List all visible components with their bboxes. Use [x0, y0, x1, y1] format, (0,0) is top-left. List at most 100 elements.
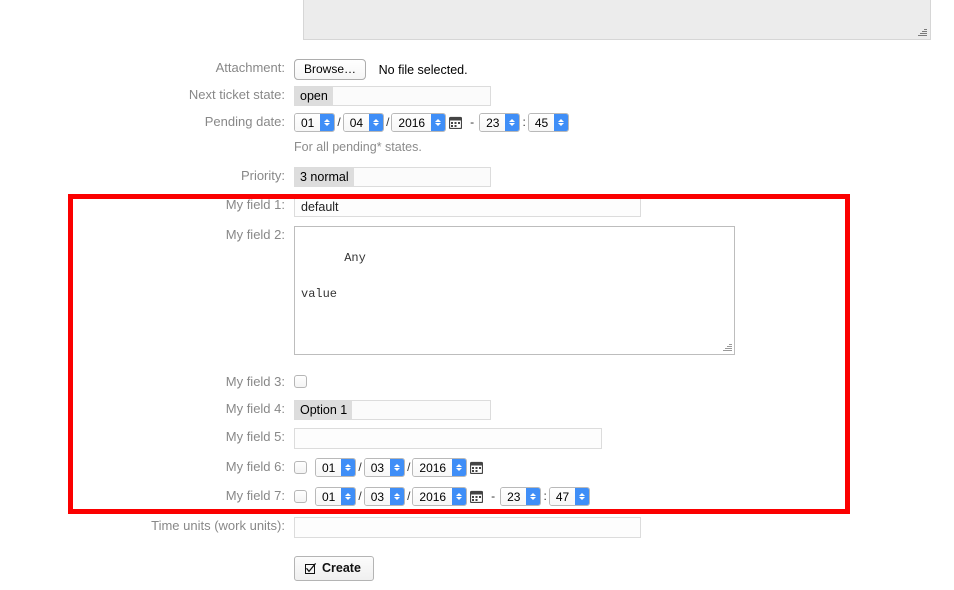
time-separator: :	[522, 115, 526, 129]
pending-date-month-value: 04	[343, 114, 370, 131]
my-field-2-value: Any value	[301, 251, 366, 301]
my-field-4-row: My field 4: Option 1	[0, 400, 491, 420]
spinner-arrows-icon[interactable]	[452, 488, 467, 505]
pending-date-helper-row: For all pending* states.	[0, 140, 422, 154]
spinner-arrows-icon[interactable]	[431, 114, 446, 131]
my-field-7-month-select[interactable]: 03	[363, 487, 406, 506]
my-field-5-label: My field 5:	[225, 429, 285, 444]
attachment-row: Attachment: Browse… No file selected.	[0, 59, 468, 80]
my-field-7-minute-select[interactable]: 47	[548, 487, 591, 506]
spinner-arrows-icon[interactable]	[505, 114, 520, 131]
pending-date-minute-value: 45	[528, 114, 555, 131]
my-field-6-month-value: 03	[364, 459, 391, 476]
my-field-3-checkbox[interactable]	[294, 375, 307, 389]
time-units-input[interactable]	[294, 517, 641, 538]
pending-date-day-select[interactable]: 01	[294, 113, 336, 132]
date-separator-1: /	[358, 489, 362, 503]
spinner-arrows-icon[interactable]	[554, 114, 569, 131]
my-field-7-hour-select[interactable]: 23	[500, 487, 542, 506]
my-field-7-row: My field 7: 01 / 03 / 2016 - 23 : 47	[0, 487, 591, 506]
my-field-7-minute-value: 47	[549, 488, 576, 505]
my-field-6-row: My field 6: 01 / 03 / 2016	[0, 458, 486, 477]
time-units-row: Time units (work units):	[0, 517, 641, 538]
my-field-6-year-select[interactable]: 2016	[412, 458, 468, 477]
pending-date-minute-select[interactable]: 45	[527, 113, 570, 132]
textarea-resize-grip-icon[interactable]	[722, 342, 732, 352]
pending-date-control: 01 / 04 / 2016 - 23 : 45	[294, 113, 570, 132]
my-field-4-value: Option 1	[295, 401, 353, 419]
priority-select[interactable]: 3 normal	[294, 167, 491, 187]
spinner-arrows-icon[interactable]	[526, 488, 541, 505]
submit-row: Create	[0, 556, 374, 581]
resize-grip-icon[interactable]	[918, 27, 927, 36]
pending-date-day-value: 01	[295, 114, 321, 131]
my-field-7-year-select[interactable]: 2016	[412, 487, 468, 506]
my-field-4-label: My field 4:	[225, 401, 285, 416]
rich-text-body-container[interactable]	[303, 0, 931, 40]
my-field-7-range-separator: -	[491, 489, 496, 503]
attachment-control: Browse… No file selected.	[294, 59, 468, 80]
browse-button[interactable]: Browse…	[294, 59, 367, 80]
pending-date-row: Pending date: 01 / 04 / 2016 - 23 : 45	[0, 113, 570, 132]
my-field-6-year-value: 2016	[413, 459, 453, 476]
my-field-4-select[interactable]: Option 1	[294, 400, 491, 420]
pending-date-year-value: 2016	[392, 114, 432, 131]
my-field-6-label: My field 6:	[225, 459, 285, 474]
next-ticket-state-label: Next ticket state:	[188, 87, 285, 102]
pending-date-hour-select[interactable]: 23	[479, 113, 521, 132]
spinner-arrows-icon[interactable]	[341, 488, 356, 505]
pending-date-helper-text: For all pending* states.	[294, 140, 422, 154]
priority-value: 3 normal	[295, 168, 354, 186]
spinner-arrows-icon[interactable]	[452, 459, 467, 476]
my-field-7-label: My field 7:	[225, 488, 285, 503]
priority-label: Priority:	[240, 168, 285, 183]
pending-date-label: Pending date:	[204, 114, 285, 129]
my-field-2-control: Any value	[294, 226, 735, 355]
time-units-label: Time units (work units):	[151, 518, 285, 533]
my-field-7-day-select[interactable]: 01	[315, 487, 357, 506]
date-separator-1: /	[358, 460, 362, 474]
calendar-icon[interactable]	[449, 116, 463, 130]
my-field-5-input[interactable]	[294, 428, 602, 449]
spinner-arrows-icon[interactable]	[320, 114, 335, 131]
my-field-2-row: My field 2: Any value	[0, 226, 735, 355]
my-field-5-control	[294, 428, 602, 449]
my-field-7-checkbox[interactable]	[294, 490, 307, 503]
my-field-3-control	[294, 373, 307, 389]
my-field-7-day-value: 01	[316, 488, 342, 505]
my-field-7-month-value: 03	[364, 488, 391, 505]
calendar-icon[interactable]	[470, 490, 484, 504]
spinner-arrows-icon[interactable]	[390, 488, 405, 505]
pending-date-year-select[interactable]: 2016	[391, 113, 447, 132]
next-ticket-state-row: Next ticket state: open	[0, 86, 491, 106]
pending-date-hour-value: 23	[480, 114, 506, 131]
my-field-2-label: My field 2:	[225, 227, 285, 242]
date-separator-2: /	[407, 489, 411, 503]
calendar-icon[interactable]	[470, 461, 484, 475]
pending-date-range-separator: -	[470, 115, 475, 129]
my-field-6-day-select[interactable]: 01	[315, 458, 357, 477]
next-ticket-state-value: open	[295, 87, 333, 105]
my-field-6-month-select[interactable]: 03	[363, 458, 406, 477]
checked-box-icon	[305, 562, 317, 574]
my-field-6-control: 01 / 03 / 2016	[294, 458, 486, 477]
my-field-2-textarea[interactable]: Any value	[294, 226, 735, 355]
pending-date-month-select[interactable]: 04	[342, 113, 385, 132]
my-field-6-checkbox[interactable]	[294, 461, 307, 474]
date-separator-2: /	[407, 460, 411, 474]
date-separator-1: /	[337, 115, 341, 129]
my-field-1-input[interactable]: default	[294, 196, 641, 217]
create-button[interactable]: Create	[294, 556, 374, 581]
spinner-arrows-icon[interactable]	[575, 488, 590, 505]
my-field-6-day-value: 01	[316, 459, 342, 476]
spinner-arrows-icon[interactable]	[390, 459, 405, 476]
my-field-1-row: My field 1: default	[0, 196, 641, 217]
next-ticket-state-select[interactable]: open	[294, 86, 491, 106]
my-field-7-hour-value: 23	[501, 488, 527, 505]
attachment-label: Attachment:	[215, 60, 285, 75]
spinner-arrows-icon[interactable]	[341, 459, 356, 476]
my-field-7-control: 01 / 03 / 2016 - 23 : 47	[294, 487, 591, 506]
time-units-control	[294, 517, 641, 538]
next-ticket-state-control: open	[294, 86, 491, 106]
spinner-arrows-icon[interactable]	[369, 114, 384, 131]
